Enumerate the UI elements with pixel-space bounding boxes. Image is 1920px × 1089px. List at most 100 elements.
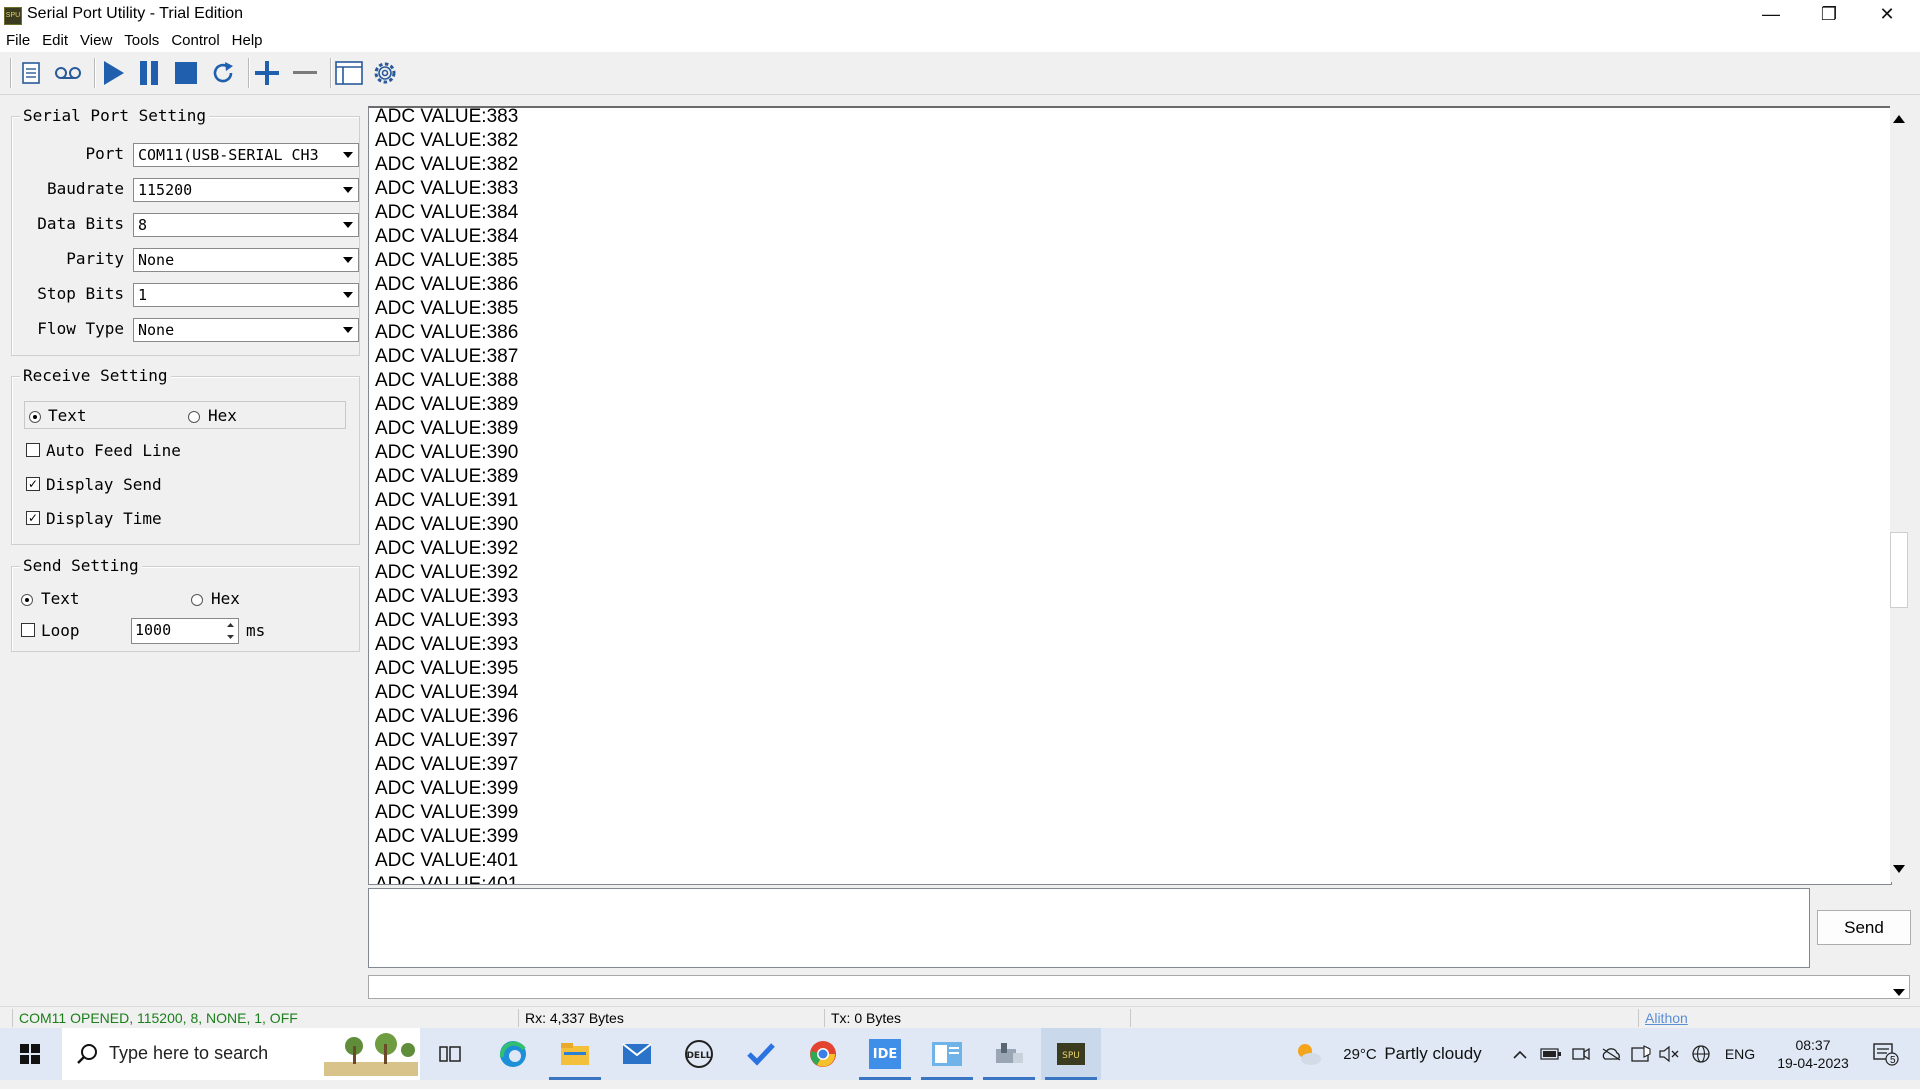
- send-history-select[interactable]: [368, 975, 1910, 999]
- display-send-checkbox[interactable]: ✓: [26, 477, 40, 491]
- receive-log-line: ADC VALUE:399: [375, 826, 519, 847]
- send-text-radio[interactable]: [21, 594, 33, 606]
- new-log-icon[interactable]: [16, 58, 46, 88]
- chevron-down-icon[interactable]: [339, 285, 357, 305]
- chevron-down-icon[interactable]: [339, 320, 357, 340]
- menu-tools[interactable]: Tools: [118, 29, 165, 52]
- taskbar-search[interactable]: Type here to search: [62, 1028, 420, 1080]
- outlook-icon[interactable]: [917, 1028, 977, 1080]
- receive-log-line: ADC VALUE:392: [375, 538, 519, 559]
- notification-icon[interactable]: 5: [1866, 1028, 1906, 1080]
- pause-icon[interactable]: [134, 58, 164, 88]
- svg-text:DELL: DELL: [686, 1051, 711, 1061]
- chevron-down-icon[interactable]: [339, 250, 357, 270]
- minimize-button[interactable]: —: [1742, 0, 1800, 29]
- defender-icon[interactable]: [1628, 1028, 1654, 1080]
- chevron-down-icon[interactable]: [1893, 983, 1905, 1001]
- close-button[interactable]: ✕: [1858, 0, 1916, 29]
- display-time-checkbox[interactable]: ✓: [26, 511, 40, 525]
- volume-muted-icon[interactable]: [1656, 1028, 1682, 1080]
- receive-log-line: ADC VALUE:386: [375, 322, 519, 343]
- chrome-icon[interactable]: [793, 1028, 853, 1080]
- chevron-down-icon[interactable]: [339, 180, 357, 200]
- chevron-down-icon[interactable]: [339, 145, 357, 165]
- serial-port-utility-icon[interactable]: SPU: [1041, 1028, 1101, 1080]
- send-button[interactable]: Send: [1817, 910, 1911, 945]
- play-icon[interactable]: [98, 58, 128, 88]
- status-rx: Rx: 4,337 Bytes: [518, 1009, 825, 1027]
- meet-icon[interactable]: [1568, 1028, 1594, 1080]
- dell-icon[interactable]: DELL: [669, 1028, 729, 1080]
- window-icon[interactable]: [334, 58, 364, 88]
- clock-date[interactable]: 19-04-2023: [1768, 1037, 1858, 1089]
- stepper-down-icon[interactable]: [222, 631, 238, 643]
- send-hex-radio[interactable]: [191, 594, 203, 606]
- status-tx: Tx: 0 Bytes: [824, 1009, 1131, 1027]
- stepper-up-icon[interactable]: [222, 619, 238, 631]
- send-setting-group: Send Setting Text Hex Loop 1000 ms: [11, 556, 360, 652]
- menu-control[interactable]: Control: [165, 29, 225, 52]
- add-icon[interactable]: [252, 58, 282, 88]
- restore-button[interactable]: ❐: [1800, 0, 1858, 29]
- ide-icon[interactable]: IDE: [855, 1028, 915, 1080]
- receive-log-line: ADC VALUE:397: [375, 754, 519, 775]
- mail-icon[interactable]: [607, 1028, 667, 1080]
- receive-hex-label: Hex: [208, 406, 237, 425]
- status-connection: COM11 OPENED, 115200, 8, NONE, 1, OFF: [12, 1009, 519, 1027]
- onedrive-icon[interactable]: [1598, 1028, 1624, 1080]
- language-indicator[interactable]: ENG: [1720, 1028, 1760, 1080]
- remove-icon[interactable]: [290, 58, 320, 88]
- chevron-down-icon[interactable]: [339, 215, 357, 235]
- stop-icon[interactable]: [171, 58, 201, 88]
- send-input[interactable]: [368, 888, 1810, 968]
- weather-desc[interactable]: Partly cloudy: [1378, 1028, 1488, 1080]
- baudrate-value: 115200: [138, 181, 193, 199]
- loop-checkbox[interactable]: [21, 623, 35, 637]
- menu-file[interactable]: File: [0, 29, 36, 52]
- windows-start-icon[interactable]: [0, 1028, 60, 1080]
- todo-icon[interactable]: [731, 1028, 791, 1080]
- settings-icon[interactable]: [370, 58, 400, 88]
- taskbar: Type here to search DELL IDE SPU 29°C Pa…: [0, 1028, 1920, 1080]
- parity-value: None: [138, 251, 175, 269]
- file-explorer-icon[interactable]: [545, 1028, 605, 1080]
- weather-icon[interactable]: [1290, 1028, 1326, 1080]
- menu-help[interactable]: Help: [226, 29, 269, 52]
- receive-hex-radio[interactable]: [188, 411, 200, 423]
- scroll-down-icon[interactable]: [1893, 860, 1905, 878]
- title-bar: SPU Serial Port Utility - Trial Edition …: [0, 0, 1920, 29]
- scrollbar-thumb[interactable]: [1890, 532, 1908, 608]
- receive-log-line: ADC VALUE:387: [375, 346, 519, 367]
- refresh-icon[interactable]: [208, 58, 238, 88]
- receive-log-line: ADC VALUE:393: [375, 610, 519, 631]
- toolbar-separator: [94, 58, 96, 88]
- parity-select[interactable]: None: [133, 248, 359, 272]
- flowtype-select[interactable]: None: [133, 318, 359, 342]
- interval-stepper[interactable]: 1000: [131, 618, 239, 644]
- search-icon: [76, 1043, 98, 1070]
- menu-view[interactable]: View: [74, 29, 118, 52]
- receive-scrollbar[interactable]: [1890, 106, 1908, 882]
- display-time-label: Display Time: [46, 509, 162, 528]
- port-value: COM11(USB-SERIAL CH3: [138, 146, 319, 164]
- chevron-up-icon[interactable]: [1508, 1028, 1532, 1080]
- battery-icon[interactable]: [1538, 1028, 1564, 1080]
- task-view-icon[interactable]: [420, 1028, 480, 1080]
- edge-icon[interactable]: [483, 1028, 543, 1080]
- scroll-up-icon[interactable]: [1893, 110, 1905, 128]
- receive-log-line: ADC VALUE:394: [375, 682, 519, 703]
- auto-feed-checkbox[interactable]: [26, 443, 40, 457]
- receive-textarea[interactable]: ADC VALUE:383 ADC VALUE:382 ADC VALUE:382 A…: [368, 106, 1892, 885]
- network-globe-icon[interactable]: [1688, 1028, 1714, 1080]
- port-select[interactable]: COM11(USB-SERIAL CH3: [133, 143, 359, 167]
- menu-edit[interactable]: Edit: [36, 29, 74, 52]
- receive-text-radio[interactable]: [29, 411, 41, 423]
- receive-log-line: ADC VALUE:384: [375, 202, 519, 223]
- databits-select[interactable]: 8: [133, 213, 359, 237]
- tape-icon[interactable]: [53, 58, 83, 88]
- app-icon[interactable]: [979, 1028, 1039, 1080]
- baudrate-select[interactable]: 115200: [133, 178, 359, 202]
- receive-log-line: ADC VALUE:389: [375, 466, 519, 487]
- stopbits-select[interactable]: 1: [133, 283, 359, 307]
- search-highlight-icon: [324, 1032, 418, 1081]
